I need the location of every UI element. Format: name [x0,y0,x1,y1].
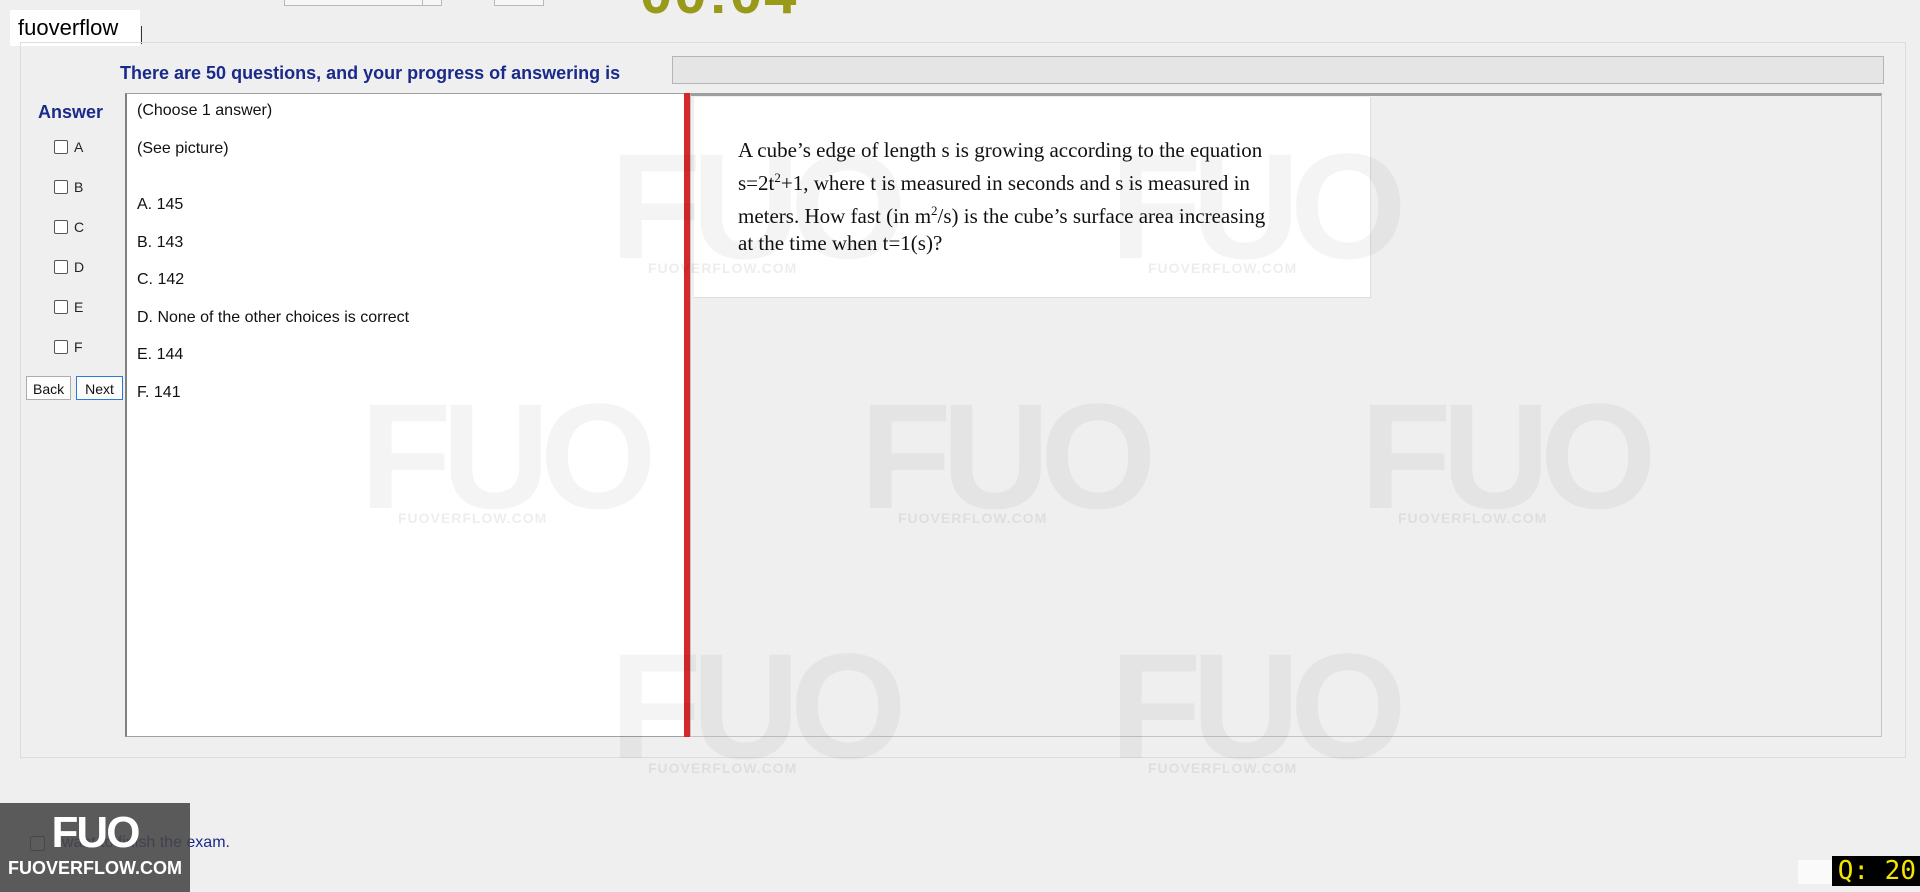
checkbox[interactable] [54,180,68,194]
option-letter: E [74,299,84,315]
brand-label: fuoverflow [10,10,140,46]
option-letter: C [74,219,85,235]
answer-title: Answer [38,102,104,122]
answer-option-c[interactable]: C [54,219,84,235]
watermark-site: FUOVERFLOW.COM [648,260,798,276]
answer-option-f[interactable]: F [54,339,83,355]
choice-item: C. 142 [137,271,185,288]
top-dropdown[interactable] [284,0,442,6]
answer-option-e[interactable]: E [54,299,83,315]
exam-timer: 00:04 [640,0,798,27]
watermark-site: FUOVERFLOW.COM [648,760,798,776]
checkbox[interactable] [54,220,68,234]
checkbox[interactable] [54,260,68,274]
option-letter: F [74,339,83,355]
checkbox[interactable] [54,340,68,354]
dropdown-arrow[interactable] [422,0,441,5]
choice-item: F. 141 [137,384,181,401]
next-button[interactable]: Next [76,376,123,400]
answer-option-d[interactable]: D [54,259,84,275]
progress-bar [672,56,1884,84]
watermark-site: FUOVERFLOW.COM [1148,260,1298,276]
watermark-site: FUOVERFLOW.COM [398,510,548,526]
question-counter: Q: 20 [1831,856,1920,886]
answer-option-a[interactable]: A [54,139,83,155]
back-button[interactable]: Back [26,376,71,400]
badge-site: FUOVERFLOW.COM [8,858,182,878]
watermark-site: FUOVERFLOW.COM [1398,510,1548,526]
choice-item: D. None of the other choices is correct [137,309,410,326]
checkbox[interactable] [54,300,68,314]
fuoverflow-badge: FUO FUOVERFLOW.COM [0,803,190,892]
choice-item: A. 145 [137,196,184,213]
top-stepper[interactable] [494,0,544,6]
checkbox[interactable] [54,140,68,154]
watermark-site: FUOVERFLOW.COM [898,510,1048,526]
badge-logo: FUO [51,808,141,857]
progress-label: There are 50 questions, and your progres… [120,63,621,83]
option-letter: B [74,179,84,195]
option-letter: A [74,139,84,155]
option-letter: D [74,259,85,275]
see-picture-note: (See picture) [137,140,229,157]
choice-instruction: (Choose 1 answer) [137,102,273,119]
choice-item: E. 144 [137,346,184,363]
choice-item: B. 143 [137,234,184,251]
answer-option-b[interactable]: B [54,179,83,195]
watermark-site: FUOVERFLOW.COM [1148,760,1298,776]
